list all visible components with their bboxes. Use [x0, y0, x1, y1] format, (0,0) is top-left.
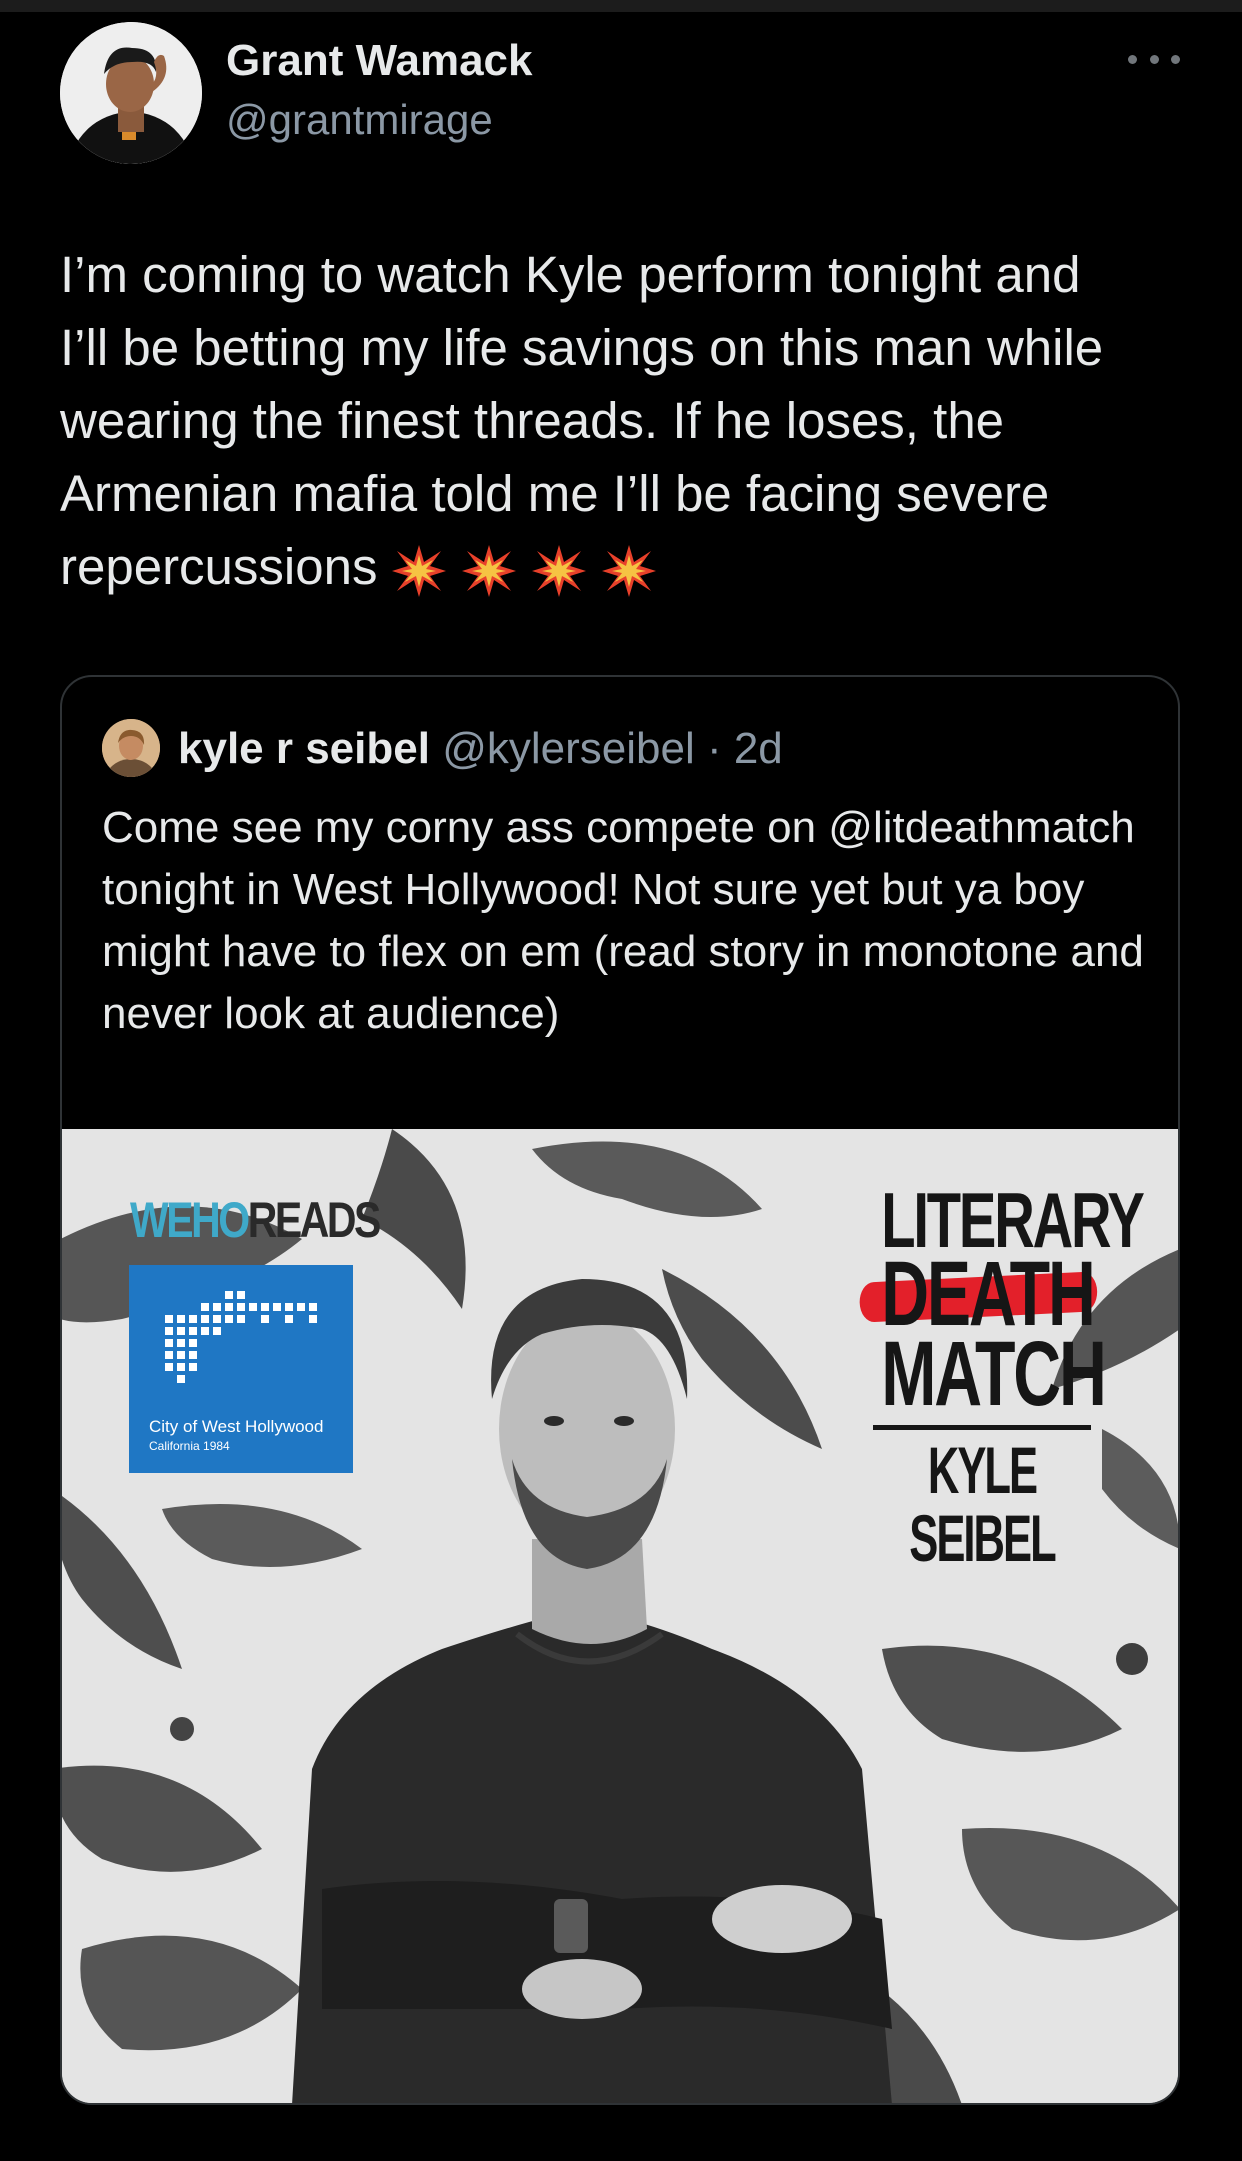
- author-name[interactable]: Grant Wamack: [226, 36, 532, 86]
- quoted-author-name[interactable]: kyle r seibel: [178, 724, 430, 773]
- quoted-tweet-card[interactable]: kyle r seibel @kylerseibel · 2d Come see…: [60, 675, 1180, 2105]
- collision-emoji: [602, 544, 657, 597]
- author-avatar[interactable]: [60, 22, 202, 164]
- event-performer: KYLE SEIBEL: [909, 1433, 1056, 1575]
- collision-emoji: [392, 544, 447, 597]
- weho-text: WEHO: [130, 1192, 250, 1248]
- literary-death-match-logo: LITERARY DEATH MATCH KYLE SEIBEL: [842, 1181, 1145, 1575]
- tweet-text: I’m coming to watch Kyle perform tonight…: [60, 238, 1190, 603]
- author-handle[interactable]: @grantmirage: [226, 96, 493, 144]
- event-title-line2: DEATH: [859, 1248, 1098, 1340]
- quoted-tweet-header: kyle r seibel @kylerseibel · 2d: [178, 723, 783, 775]
- quoted-timestamp[interactable]: 2d: [734, 724, 783, 773]
- quoted-separator: ·: [694, 724, 734, 773]
- more-horizontal-icon: [1128, 54, 1137, 64]
- city-of-west-hollywood-logo: City of West Hollywood California 1984: [129, 1265, 353, 1473]
- weho-reads-logo: WEHOREADS: [130, 1191, 382, 1249]
- quoted-tweet-text: Come see my corny ass compete on @litdea…: [102, 803, 1144, 1038]
- quoted-author-handle[interactable]: @kylerseibel: [442, 724, 695, 773]
- quoted-author-avatar[interactable]: [102, 719, 160, 777]
- more-options-button[interactable]: [1128, 44, 1180, 74]
- status-strip: [0, 0, 1242, 12]
- quoted-tweet-image[interactable]: WEHOREADS City of West Hollywood Califor…: [62, 1129, 1178, 2103]
- city-grid-emblem: [165, 1291, 317, 1383]
- city-name-text: City of West Hollywood: [149, 1417, 324, 1436]
- city-year-text: California 1984: [149, 1439, 230, 1453]
- event-divider: [873, 1425, 1091, 1430]
- collision-emoji: [462, 544, 517, 597]
- event-title-line3: MATCH: [881, 1323, 1107, 1425]
- explosion-emoji-row: [391, 543, 657, 599]
- reads-text: READS: [247, 1192, 382, 1248]
- collision-emoji: [532, 544, 587, 597]
